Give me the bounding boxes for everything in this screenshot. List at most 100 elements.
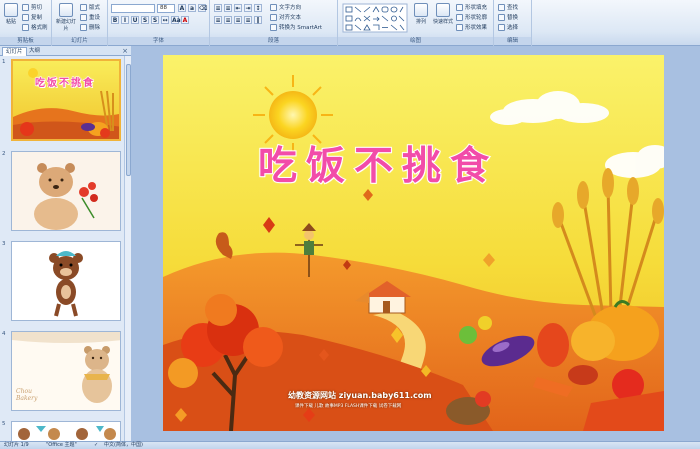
replace-button[interactable]: 替换 bbox=[498, 13, 518, 21]
replace-icon bbox=[498, 13, 505, 21]
align-center-icon[interactable]: ≡ bbox=[224, 16, 232, 24]
shape-effects-button[interactable]: 形状效果 bbox=[456, 23, 487, 31]
language-indicator[interactable]: 中文(简体，中国) bbox=[104, 442, 143, 449]
layout-button[interactable]: 版式 bbox=[80, 3, 100, 11]
italic-icon[interactable]: I bbox=[121, 16, 129, 24]
indent-less-icon[interactable]: ⇤ bbox=[234, 4, 242, 12]
clipboard-label: 剪贴板 bbox=[0, 37, 51, 45]
thumbnail-1-title: 吃饭不挑食 bbox=[35, 78, 95, 90]
justify-icon[interactable]: ≡ bbox=[244, 16, 252, 24]
thumbnail-number: 2 bbox=[2, 151, 6, 157]
binoculars-icon bbox=[498, 3, 505, 11]
grow-font-icon[interactable]: A bbox=[178, 4, 186, 12]
font-label: 字体 bbox=[108, 37, 209, 45]
paragraph-label: 段落 bbox=[210, 37, 337, 45]
font-size-combo[interactable]: 88 bbox=[157, 4, 175, 13]
drawing-label: 绘图 bbox=[338, 37, 493, 45]
font-group: 88 Aa ⌫ B I U S S ↔ Aa A 字体 bbox=[108, 0, 210, 46]
line-spacing-icon[interactable]: ↕ bbox=[254, 4, 262, 12]
current-slide[interactable]: 吃饭不挑食 幼教资源网站 ziyuan.baby611.com 课件下载 儿歌 … bbox=[163, 55, 664, 431]
select-button[interactable]: 选择 bbox=[498, 23, 518, 31]
slide-title[interactable]: 吃饭不挑食 bbox=[257, 135, 498, 191]
status-bar: 幻灯片 1/9 "Office 主题" ✓ 中文(简体，中国) bbox=[0, 441, 700, 449]
paste-icon bbox=[4, 3, 18, 17]
font-color-icon[interactable]: A bbox=[181, 16, 189, 24]
list-buttons: ≡ ≡ ⇤ ⇥ ↕ bbox=[214, 4, 262, 12]
paste-button[interactable]: 粘贴 bbox=[2, 3, 20, 25]
drawing-group: 排列 快速样式 形状填充 形状轮廓 形状效果 绘图 bbox=[338, 0, 494, 46]
align-text-button[interactable]: 对齐文本 bbox=[270, 13, 301, 21]
font-style-buttons: B I U S S ↔ Aa A bbox=[111, 16, 189, 24]
find-button[interactable]: 查找 bbox=[498, 3, 518, 11]
delete-button[interactable]: 删除 bbox=[80, 23, 100, 31]
tab-slides[interactable]: 幻灯片 bbox=[2, 47, 27, 56]
quick-styles-icon bbox=[436, 3, 450, 17]
quick-styles-button[interactable]: 快速样式 bbox=[432, 3, 454, 25]
ribbon: 粘贴 剪切 复制 格式刷 剪贴板 新建幻灯片 版式 重设 删除 幻灯片 88 A… bbox=[0, 0, 700, 46]
clear-format-icon[interactable]: ⌫ bbox=[198, 4, 207, 12]
cursor-icon bbox=[498, 23, 505, 31]
slide-thumbnail-panel[interactable]: 1 吃饭不挑食 2 3 4 Chou Bakery 5 bbox=[0, 56, 131, 441]
scissors-icon bbox=[22, 3, 29, 11]
reset-icon bbox=[80, 13, 87, 21]
slides-group: 新建幻灯片 版式 重设 删除 幻灯片 bbox=[52, 0, 108, 46]
clipboard-group: 粘贴 剪切 复制 格式刷 剪贴板 bbox=[0, 0, 52, 46]
slide-editing-area[interactable]: 吃饭不挑食 幼教资源网站 ziyuan.baby611.com 课件下载 儿歌 … bbox=[131, 46, 700, 441]
slide-footer-site: 幼教资源网站 ziyuan.baby611.com bbox=[288, 391, 432, 400]
editing-group: 查找 替换 选择 编辑 bbox=[494, 0, 532, 46]
copy-button[interactable]: 复制 bbox=[22, 13, 42, 21]
columns-icon[interactable]: ‖ bbox=[254, 16, 262, 24]
text-direction-button[interactable]: 文字方向 bbox=[270, 3, 301, 11]
indent-more-icon[interactable]: ⇥ bbox=[244, 4, 252, 12]
font-name-combo[interactable] bbox=[111, 4, 155, 13]
copy-icon bbox=[22, 13, 29, 21]
strike-icon[interactable]: S bbox=[141, 16, 149, 24]
slide-background-art bbox=[163, 55, 664, 431]
shape-fill-button[interactable]: 形状填充 bbox=[456, 3, 487, 11]
spellcheck-icon[interactable]: ✓ bbox=[94, 442, 98, 449]
thumbnail-slide-4[interactable]: Chou Bakery bbox=[11, 331, 121, 411]
new-slide-button[interactable]: 新建幻灯片 bbox=[55, 3, 77, 32]
cut-button[interactable]: 剪切 bbox=[22, 3, 42, 11]
thumbnail-number: 1 bbox=[2, 59, 6, 65]
thumbnail-5-art bbox=[12, 422, 120, 441]
reset-button[interactable]: 重设 bbox=[80, 13, 100, 21]
brush-icon bbox=[22, 23, 29, 31]
format-painter-button[interactable]: 格式刷 bbox=[22, 23, 48, 31]
shrink-font-icon[interactable]: a bbox=[188, 4, 196, 12]
theme-name: "Office 主题" bbox=[46, 442, 77, 448]
thumbnail-scrollbar[interactable] bbox=[124, 56, 131, 441]
case-icon[interactable]: Aa bbox=[171, 16, 181, 24]
smartart-button[interactable]: 转换为 SmartArt bbox=[270, 23, 322, 31]
numbering-icon[interactable]: ≡ bbox=[224, 4, 232, 12]
tab-outline[interactable]: 大纲 bbox=[26, 47, 43, 56]
thumbnail-4-caption: Chou Bakery bbox=[16, 388, 38, 402]
fill-icon bbox=[456, 3, 463, 11]
slide-counter: 幻灯片 1/9 bbox=[4, 442, 29, 448]
align-right-icon[interactable]: ≡ bbox=[234, 16, 242, 24]
spacing-icon[interactable]: ↔ bbox=[161, 16, 169, 24]
bold-icon[interactable]: B bbox=[111, 16, 119, 24]
shapes-gallery[interactable] bbox=[342, 3, 408, 33]
thumbnail-slide-3[interactable] bbox=[11, 241, 121, 321]
shape-outline-button[interactable]: 形状轮廓 bbox=[456, 13, 487, 21]
close-panel-icon[interactable]: × bbox=[122, 46, 128, 56]
paragraph-group: ≡ ≡ ⇤ ⇥ ↕ ≡ ≡ ≡ ≡ ‖ 文字方向 对齐文本 转换为 SmartArt 段落 bbox=[210, 0, 338, 46]
bullets-icon[interactable]: ≡ bbox=[214, 4, 222, 12]
slides-label: 幻灯片 bbox=[52, 37, 107, 45]
slide-footer-links: 课件下载 儿歌 故事MP3 FLASH课件下载 试卷下载网 bbox=[295, 404, 402, 409]
thumbnail-slide-2[interactable] bbox=[11, 151, 121, 231]
thumbnail-number: 4 bbox=[2, 331, 6, 337]
thumbnail-number: 5 bbox=[2, 421, 6, 427]
arrange-icon bbox=[414, 3, 428, 17]
underline-icon[interactable]: U bbox=[131, 16, 139, 24]
thumbnail-slide-5[interactable] bbox=[11, 421, 121, 441]
thumbnail-slide-1[interactable]: 吃饭不挑食 bbox=[11, 59, 121, 141]
editing-label: 编辑 bbox=[494, 37, 531, 45]
align-left-icon[interactable]: ≡ bbox=[214, 16, 222, 24]
align-text-icon bbox=[270, 13, 277, 21]
shadow-icon[interactable]: S bbox=[151, 16, 159, 24]
thumbnail-2-art bbox=[12, 152, 120, 230]
new-slide-icon bbox=[59, 3, 73, 17]
arrange-button[interactable]: 排列 bbox=[412, 3, 430, 25]
